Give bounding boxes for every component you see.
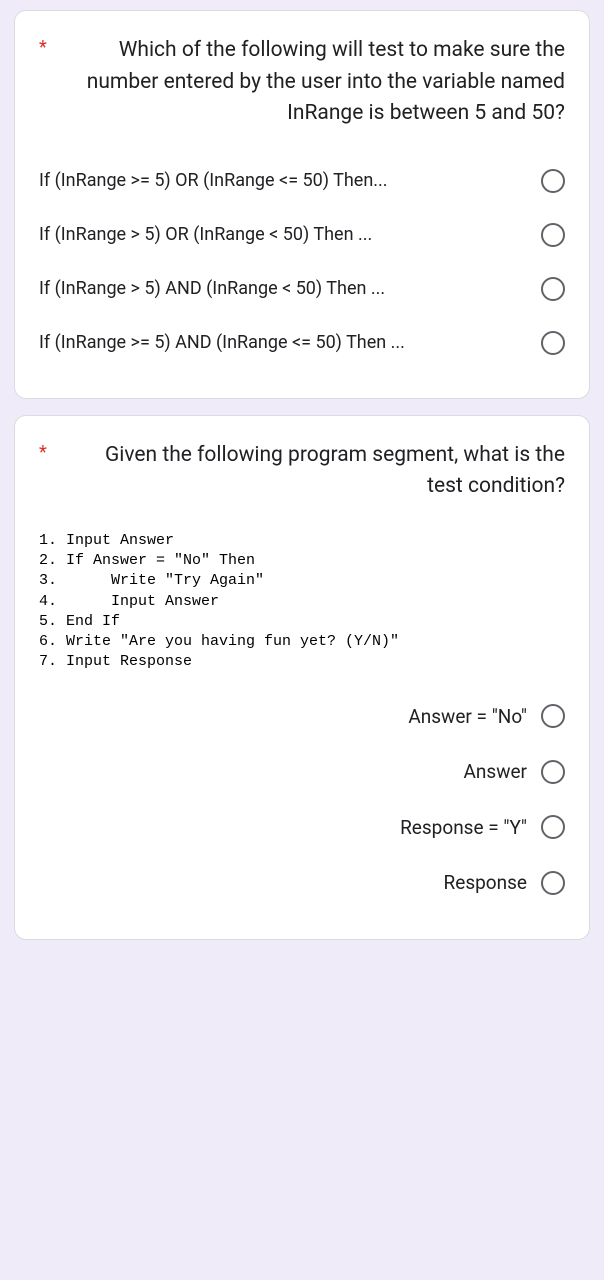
question-card-1: * Which of the following will test to ma… <box>14 10 590 399</box>
code-block: 1. Input Answer 2. If Answer = "No" Then… <box>39 531 565 673</box>
option-row[interactable]: If (InRange > 5) OR (InRange < 50) Then … <box>39 208 565 262</box>
options-list: If (InRange >= 5) OR (InRange <= 50) The… <box>39 154 565 370</box>
required-asterisk: * <box>39 35 63 60</box>
option-label: If (InRange > 5) AND (InRange < 50) Then… <box>39 276 529 302</box>
radio-button[interactable] <box>541 169 565 193</box>
radio-button[interactable] <box>541 277 565 301</box>
radio-button[interactable] <box>541 331 565 355</box>
radio-button[interactable] <box>541 815 565 839</box>
question-text: Which of the following will test to make… <box>69 35 565 130</box>
radio-button[interactable] <box>541 704 565 728</box>
required-asterisk: * <box>39 440 63 465</box>
question-header: * Which of the following will test to ma… <box>39 35 565 130</box>
radio-button[interactable] <box>541 871 565 895</box>
option-label: Response = "Y" <box>400 814 527 842</box>
question-text: Given the following program segment, wha… <box>69 440 565 503</box>
option-row[interactable]: Answer <box>39 744 565 800</box>
option-label: Answer = "No" <box>408 703 527 731</box>
option-label: If (InRange >= 5) OR (InRange <= 50) The… <box>39 168 529 194</box>
options-list: Answer = "No" Answer Response = "Y" Resp… <box>39 689 565 911</box>
option-row[interactable]: Response <box>39 855 565 911</box>
option-row[interactable]: Response = "Y" <box>39 800 565 856</box>
radio-button[interactable] <box>541 760 565 784</box>
option-row[interactable]: Answer = "No" <box>39 689 565 745</box>
radio-button[interactable] <box>541 223 565 247</box>
question-header: * Given the following program segment, w… <box>39 440 565 503</box>
option-label: Answer <box>464 758 528 786</box>
option-row[interactable]: If (InRange > 5) AND (InRange < 50) Then… <box>39 262 565 316</box>
option-label: If (InRange >= 5) AND (InRange <= 50) Th… <box>39 330 529 356</box>
option-label: If (InRange > 5) OR (InRange < 50) Then … <box>39 222 529 248</box>
option-row[interactable]: If (InRange >= 5) AND (InRange <= 50) Th… <box>39 316 565 370</box>
option-label: Response <box>444 869 527 897</box>
question-card-2: * Given the following program segment, w… <box>14 415 590 940</box>
option-row[interactable]: If (InRange >= 5) OR (InRange <= 50) The… <box>39 154 565 208</box>
